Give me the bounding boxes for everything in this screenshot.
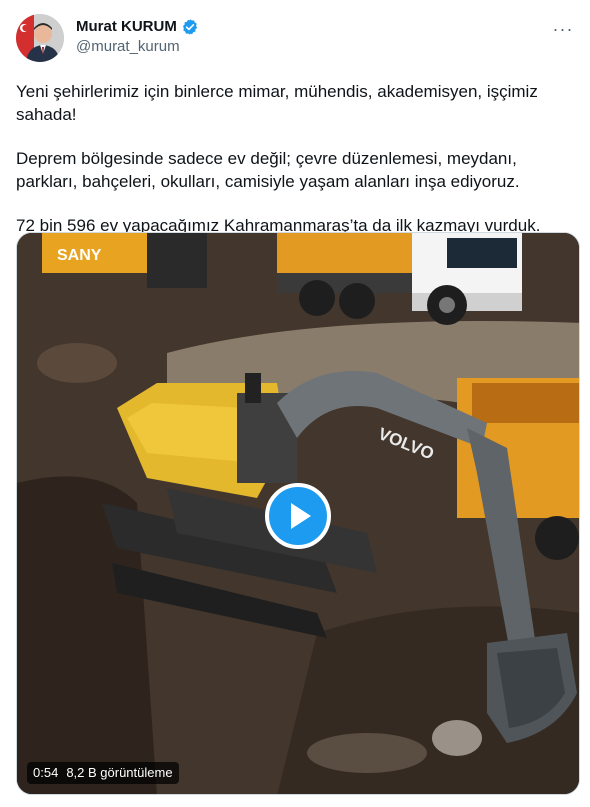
avatar[interactable] [16,14,64,62]
play-icon [290,503,311,529]
video-views: 8,2 B görüntüleme [66,765,173,780]
more-options-label: ··· [552,18,574,39]
play-button[interactable] [265,483,331,549]
video-info-overlay: 0:54 8,2 B görüntüleme [27,762,179,784]
video-player[interactable]: SANY VOLVO 0:54 8,2 B görüntüleme [16,232,580,795]
tweet-card: Murat KURUM @murat_kurum ··· Yeni şehirl… [0,0,590,807]
verified-badge-icon [181,18,199,36]
author-names: Murat KURUM @murat_kurum [76,17,199,57]
tweet-header: Murat KURUM @murat_kurum ··· [16,14,574,66]
sany-logo: SANY [57,247,102,264]
author-handle[interactable]: @murat_kurum [76,37,199,57]
author-display-name[interactable]: Murat KURUM [76,17,177,37]
video-duration: 0:54 [33,765,59,780]
tweet-paragraph: Yeni şehirlerimiz için binlerce mimar, m… [16,82,538,124]
more-options-icon[interactable]: ··· [548,14,578,44]
tweet-text: Yeni şehirlerimiz için binlerce mimar, m… [16,80,574,237]
tweet-paragraph: Deprem bölgesinde sadece ev değil; çevre… [16,149,520,191]
